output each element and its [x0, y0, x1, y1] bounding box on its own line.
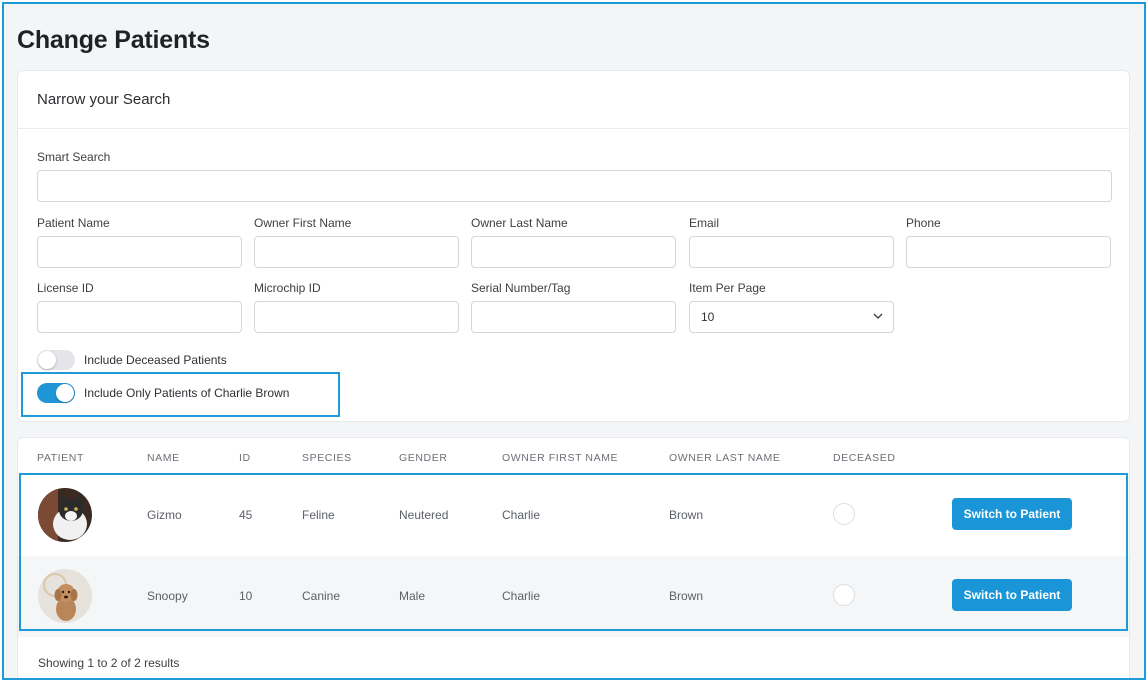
serial-number-label: Serial Number/Tag	[471, 281, 571, 295]
owner-first-name-input[interactable]	[254, 236, 459, 268]
owner-last-name-input[interactable]	[471, 236, 676, 268]
include-deceased-label: Include Deceased Patients	[84, 353, 227, 367]
only-owner-patients-toggle[interactable]	[37, 383, 75, 403]
include-deceased-toggle[interactable]	[37, 350, 75, 370]
app-frame: Change Patients Narrow your Search Smart…	[2, 2, 1146, 680]
search-card-header: Narrow your Search	[18, 71, 1129, 129]
items-per-page-select[interactable]: 10	[689, 301, 894, 333]
license-id-input[interactable]	[37, 301, 242, 333]
chevron-down-icon	[873, 313, 883, 319]
license-id-label: License ID	[37, 281, 94, 295]
column-header-name: NAME	[147, 452, 180, 464]
column-header-owner-last-name: OWNER LAST NAME	[669, 452, 781, 464]
email-label: Email	[689, 216, 720, 230]
toggle-knob	[38, 351, 56, 369]
owner-last-name-label: Owner Last Name	[471, 216, 568, 230]
column-header-patient: PATIENT	[37, 452, 84, 464]
only-owner-patients-label: Include Only Patients of Charlie Brown	[84, 386, 290, 400]
microchip-id-input[interactable]	[254, 301, 459, 333]
column-header-gender: GENDER	[399, 452, 448, 464]
smart-search-label: Smart Search	[37, 150, 111, 164]
results-summary: Showing 1 to 2 of 2 results	[38, 656, 180, 670]
column-header-species: SPECIES	[302, 452, 352, 464]
email-input[interactable]	[689, 236, 894, 268]
column-header-deceased: DECEASED	[833, 452, 896, 464]
patients-table: PATIENT NAME ID SPECIES GENDER OWNER FIR…	[17, 437, 1130, 678]
results-highlight	[19, 473, 1128, 631]
column-header-owner-first-name: OWNER FIRST NAME	[502, 452, 619, 464]
phone-input[interactable]	[906, 236, 1111, 268]
patient-name-input[interactable]	[37, 236, 242, 268]
page-title: Change Patients	[17, 26, 210, 54]
patient-name-label: Patient Name	[37, 216, 110, 230]
smart-search-input[interactable]	[37, 170, 1112, 202]
microchip-id-label: Microchip ID	[254, 281, 321, 295]
phone-label: Phone	[906, 216, 941, 230]
owner-first-name-label: Owner First Name	[254, 216, 352, 230]
column-header-id: ID	[239, 452, 251, 464]
items-per-page-value: 10	[701, 310, 715, 324]
serial-number-input[interactable]	[471, 301, 676, 333]
items-per-page-label: Item Per Page	[689, 281, 766, 295]
toggle-knob	[56, 384, 74, 402]
search-card: Narrow your Search Smart Search Patient …	[17, 70, 1130, 422]
